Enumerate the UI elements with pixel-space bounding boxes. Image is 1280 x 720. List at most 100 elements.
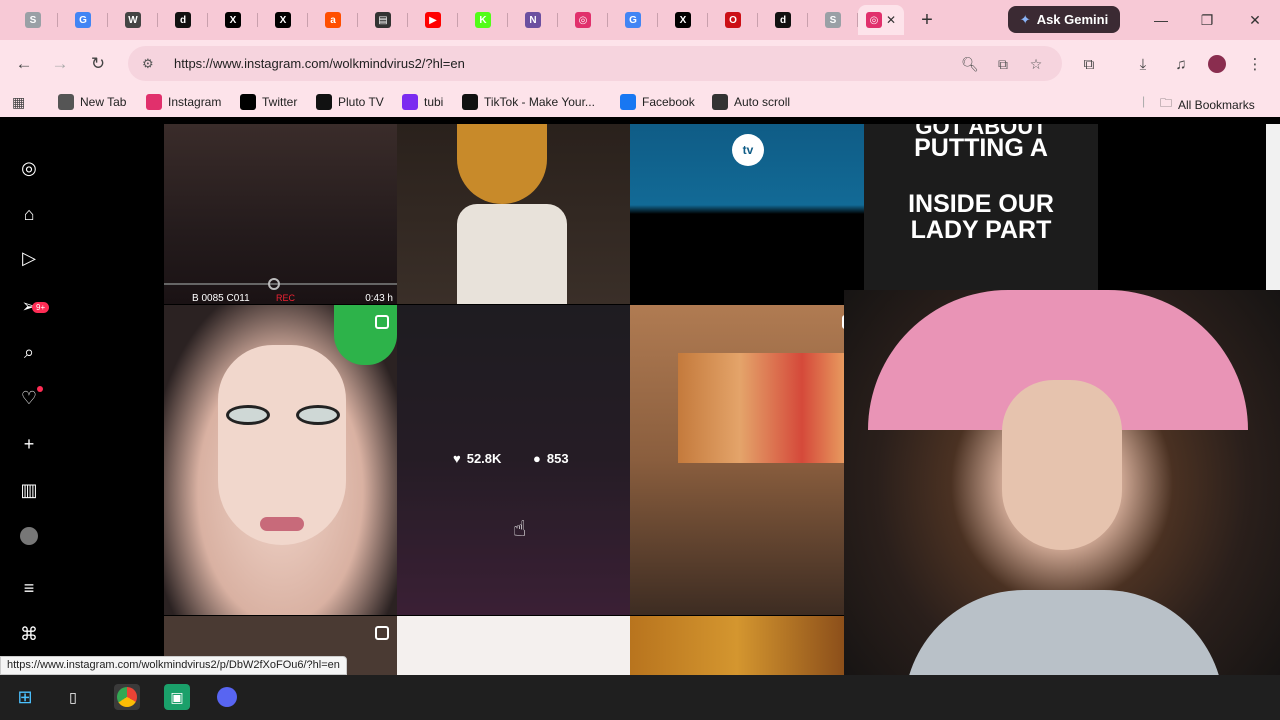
tab-active[interactable]: ◎ ✕ (858, 5, 904, 35)
apps-icon[interactable]: ▦ (12, 94, 25, 111)
restore-icon[interactable]: ❐ (1184, 0, 1230, 40)
tiktok-icon: d (175, 12, 191, 28)
bow-image (334, 305, 397, 365)
post-tile[interactable] (397, 124, 630, 304)
address-bar[interactable]: ⚙ https://www.instagram.com/wolkmindviru… (128, 46, 1062, 81)
browser-tab[interactable]: S (808, 5, 858, 35)
instagram-icon: ◎ (865, 12, 882, 28)
bookmark-item[interactable]: Instagram (146, 94, 221, 110)
post-tile[interactable] (630, 305, 864, 615)
more-menu-icon[interactable]: ≡ (17, 576, 41, 600)
install-icon[interactable]: ⧉ (993, 54, 1013, 74)
caption-line: INSIDE OUR (908, 190, 1054, 218)
post-tile[interactable] (164, 305, 397, 615)
extensions-icon[interactable]: ⧉ (1074, 49, 1104, 79)
site-info-icon[interactable]: ⚙ (142, 56, 160, 72)
reload-icon[interactable]: ↻ (80, 46, 116, 82)
ars-icon: a (325, 12, 341, 28)
media-icon[interactable]: ♫ (1166, 49, 1196, 79)
likes-value: 52.8K (466, 451, 502, 466)
bookmark-item[interactable]: Auto scroll (712, 94, 790, 110)
threads-icon[interactable]: ⌘ (17, 622, 41, 646)
instagram-sidebar: ◎ ⌂ ▷ ➢ 9+ ⌕ ♡ + ▥ ≡ ⌘ (0, 124, 60, 675)
bookmarks-divider: | (1142, 94, 1146, 108)
dashboard-icon[interactable]: ▥ (17, 478, 41, 502)
download-icon[interactable]: ⤓ (1128, 49, 1158, 79)
discord-taskbar-icon[interactable] (214, 684, 240, 710)
taskbar (0, 675, 1280, 720)
browser-tab[interactable]: X (258, 5, 308, 35)
post-tile[interactable]: tv (630, 124, 864, 304)
bookmark-item[interactable]: Facebook (620, 94, 695, 110)
forward-icon[interactable]: → (42, 46, 78, 82)
zoom-icon[interactable]: 🔍︎ (960, 54, 980, 74)
eye-shape (226, 405, 270, 425)
browser-tab[interactable]: ▤ (358, 5, 408, 35)
browser-tab[interactable]: d (758, 5, 808, 35)
browser-tab[interactable]: X (208, 5, 258, 35)
all-bookmarks-label: All Bookmarks (1178, 97, 1255, 112)
bookmark-item[interactable]: Twitter (240, 94, 297, 110)
chrome-taskbar-icon[interactable] (114, 684, 140, 710)
hover-overlay (397, 305, 630, 615)
browser-tab[interactable]: ▶ (408, 5, 458, 35)
browser-tab[interactable]: ◎ (558, 5, 608, 35)
profile-avatar[interactable] (1202, 49, 1232, 79)
bookmark-item[interactable]: tubi (402, 94, 443, 110)
caption-line: LADY PART (910, 216, 1052, 244)
windows-start-icon[interactable]: ⊞ (12, 684, 38, 710)
nbc-icon: N (525, 12, 541, 28)
browser-tab[interactable]: O (708, 5, 758, 35)
rec-duration: 0:43 h (365, 293, 393, 304)
task-view-icon[interactable]: ▯ (60, 684, 86, 710)
minimize-icon[interactable]: — (1138, 0, 1184, 40)
browser-tab[interactable]: G (58, 5, 108, 35)
post-tile[interactable] (397, 616, 630, 675)
bookmark-label: Facebook (642, 95, 695, 109)
facebook-icon (620, 94, 636, 110)
gemini-icon: ✦ (1019, 11, 1031, 27)
post-tile[interactable] (630, 616, 844, 675)
app-taskbar-icon[interactable]: ▣ (164, 684, 190, 710)
post-tile-hovered[interactable]: ♥ 52.8K ● 853 (397, 305, 630, 615)
browser-tab[interactable]: X (658, 5, 708, 35)
bookmark-item[interactable]: New Tab (58, 94, 126, 110)
instagram-icon (146, 94, 162, 110)
tiktok-icon: d (775, 12, 791, 28)
browser-tab[interactable]: N (508, 5, 558, 35)
menu-icon[interactable]: ⋮ (1240, 49, 1270, 79)
mask-image (457, 124, 547, 204)
new-tab-button[interactable]: + (912, 5, 942, 35)
close-window-icon[interactable]: ✕ (1232, 0, 1278, 40)
comment-icon: ● (533, 451, 541, 466)
all-bookmarks[interactable]: 🗀 All Bookmarks (1160, 94, 1255, 115)
create-icon[interactable]: + (17, 432, 41, 456)
browser-tab[interactable]: a (308, 5, 358, 35)
back-icon[interactable]: ← (6, 46, 42, 82)
browser-tab[interactable]: d (158, 5, 208, 35)
face-image (218, 345, 346, 545)
ask-gemini-button[interactable]: ✦ Ask Gemini (1008, 6, 1120, 33)
close-tab-icon[interactable]: ✕ (886, 13, 896, 27)
post-tile[interactable]: GOT ABOUT PUTTING A INSIDE OUR LADY PART (864, 124, 1098, 304)
face-image (1002, 380, 1122, 550)
home-icon[interactable]: ⌂ (17, 202, 41, 226)
instagram-logo-icon[interactable]: ◎ (17, 156, 41, 180)
google-icon: G (75, 12, 91, 28)
reels-icon[interactable]: ▷ (17, 246, 41, 270)
search-icon[interactable]: ⌕ (17, 340, 41, 364)
browser-tab[interactable]: S (8, 5, 58, 35)
tubi-icon (402, 94, 418, 110)
star-icon[interactable]: ☆ (1026, 54, 1046, 74)
tiktok-icon (462, 94, 478, 110)
notification-dot (37, 386, 43, 392)
browser-tab[interactable]: K (458, 5, 508, 35)
browser-tab[interactable]: G (608, 5, 658, 35)
app-icon: W (125, 12, 141, 28)
post-tile[interactable]: B 0085 C011 REC 0:43 h (164, 124, 397, 304)
webcam-overlay (844, 290, 1280, 720)
bookmark-item[interactable]: TikTok - Make Your... (462, 94, 595, 110)
profile-icon[interactable] (17, 524, 41, 548)
bookmark-item[interactable]: Pluto TV (316, 94, 384, 110)
browser-tab[interactable]: W (108, 5, 158, 35)
